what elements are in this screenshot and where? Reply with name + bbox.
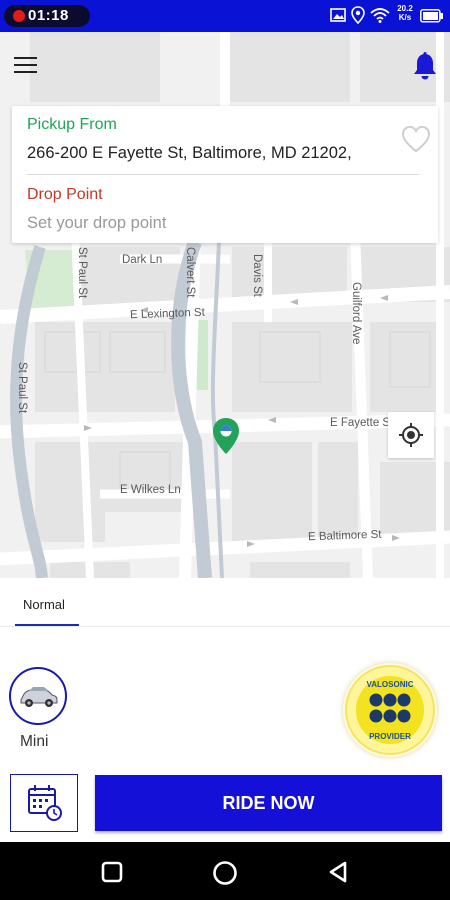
street-label: Calvert St xyxy=(184,247,196,298)
car-icon xyxy=(20,687,58,707)
vehicle-label: Mini xyxy=(20,733,49,750)
tab-normal[interactable]: Normal xyxy=(15,594,79,626)
my-location-button[interactable] xyxy=(388,412,434,458)
wifi-icon xyxy=(370,8,390,23)
back-triangle-icon[interactable] xyxy=(327,860,349,884)
pickup-address[interactable]: 266-200 E Fayette St, Baltimore, MD 2120… xyxy=(27,144,352,163)
map-pin-icon[interactable] xyxy=(212,417,240,455)
home-circle-icon[interactable] xyxy=(212,860,238,886)
recording-clock-pill: 01:18 xyxy=(4,5,90,27)
street-label: E Baltimore St xyxy=(307,528,382,544)
schedule-ride-button[interactable] xyxy=(10,774,78,832)
calendar-clock-icon xyxy=(28,785,62,821)
favorite-heart-icon[interactable] xyxy=(401,125,431,153)
gallery-icon xyxy=(330,8,346,22)
menu-line xyxy=(14,71,37,73)
status-bar: 01:18 20.2 K/s xyxy=(0,0,450,32)
street-label: Dark Ln xyxy=(122,254,163,266)
vehicle-icon-circle xyxy=(9,667,67,725)
recording-dot-icon xyxy=(13,10,25,22)
card-divider xyxy=(27,174,419,175)
pickup-label: Pickup From xyxy=(27,116,117,133)
street-label: E Fayette St xyxy=(330,417,394,429)
street-label: St Paul St xyxy=(76,247,88,299)
menu-icon[interactable] xyxy=(14,57,37,75)
bell-icon[interactable] xyxy=(412,52,438,80)
network-speed: 20.2 K/s xyxy=(394,4,416,22)
drop-point-input[interactable] xyxy=(25,210,409,236)
ride-now-button[interactable]: RIDE NOW xyxy=(95,775,442,831)
provider-bottom-text: PROVIDER xyxy=(369,732,411,741)
vehicle-option-mini[interactable]: Mini xyxy=(9,667,67,755)
network-speed-unit: K/s xyxy=(398,13,412,22)
tab-divider xyxy=(0,626,450,627)
address-card: Pickup From 266-200 E Fayette St, Baltim… xyxy=(12,106,438,243)
my-location-icon xyxy=(399,423,423,447)
drop-label: Drop Point xyxy=(27,186,103,203)
location-status-icon xyxy=(351,6,365,24)
network-speed-value: 20.2 xyxy=(397,4,413,13)
menu-line xyxy=(14,64,37,66)
status-time: 01:18 xyxy=(28,7,69,24)
street-label: Davis St xyxy=(251,254,263,297)
recents-square-icon[interactable] xyxy=(101,861,123,883)
street-label: St Paul St xyxy=(16,362,28,414)
street-label: Guilford Ave xyxy=(350,282,362,345)
provider-top-text: VALOSONIC xyxy=(366,680,414,689)
system-nav-bar xyxy=(0,842,450,900)
provider-logo xyxy=(345,665,435,755)
battery-icon xyxy=(420,9,443,23)
provider-badge[interactable]: VALOSONIC PROVIDER xyxy=(343,663,437,757)
tab-label: Normal xyxy=(23,597,65,612)
street-label: E Wilkes Ln xyxy=(120,484,181,496)
menu-line xyxy=(14,57,37,59)
